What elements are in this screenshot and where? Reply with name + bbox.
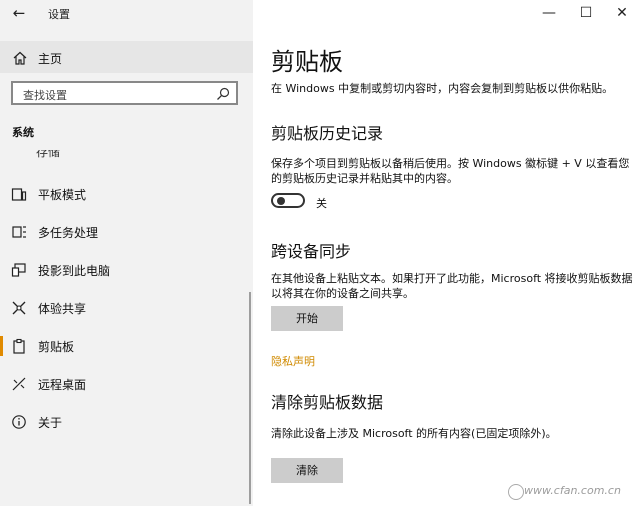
start-button[interactable]: 开始 xyxy=(271,306,343,331)
active-indicator xyxy=(0,336,3,356)
intro-text: 在 Windows 中复制或剪切内容时，内容会复制到剪贴板以供你粘贴。 xyxy=(271,82,614,95)
toggle-knob xyxy=(277,197,285,205)
sidebar-item-label: 关于 xyxy=(38,416,63,430)
sidebar-item-label: 平板模式 xyxy=(38,188,87,202)
clipboard-icon xyxy=(13,338,25,354)
page-title: 剪贴板 xyxy=(271,48,343,76)
sidebar-scrollbar[interactable] xyxy=(249,292,251,504)
clear-description: 清除此设备上涉及 Microsoft 的所有内容(已固定项除外)。 xyxy=(271,427,557,440)
watermark-logo-icon xyxy=(508,484,524,500)
maximize-button[interactable]: ☐ xyxy=(566,2,606,24)
shared-experiences-icon xyxy=(12,301,26,315)
sidebar-item-about[interactable]: 关于 xyxy=(0,404,253,440)
search-icon[interactable] xyxy=(216,87,230,101)
sidebar-item-cut[interactable]: 存储 xyxy=(36,150,66,159)
clear-button[interactable]: 清除 xyxy=(271,458,343,483)
clear-heading: 清除剪贴板数据 xyxy=(271,393,384,412)
search-placeholder: 查找设置 xyxy=(23,89,67,102)
close-button[interactable]: ✕ xyxy=(602,2,640,24)
sidebar-item-cut-label: 存储 xyxy=(36,150,61,159)
sidebar-item-shared-experiences[interactable]: 体验共享 xyxy=(0,290,253,326)
multitasking-icon xyxy=(12,226,26,238)
sidebar-item-label: 远程桌面 xyxy=(38,378,87,392)
history-toggle-state: 关 xyxy=(316,197,327,210)
history-description: 保存多个项目到剪贴板以备稍后使用。按 Windows 徽标键 + V 以查看您的… xyxy=(271,157,630,185)
sidebar-item-project[interactable]: 投影到此电脑 xyxy=(0,252,253,288)
remote-desktop-icon xyxy=(12,377,26,391)
sidebar-item-label: 剪贴板 xyxy=(38,340,75,354)
privacy-link[interactable]: 隐私声明 xyxy=(271,353,315,369)
home-icon xyxy=(13,51,27,65)
sidebar-item-label: 多任务处理 xyxy=(38,226,99,240)
sync-heading: 跨设备同步 xyxy=(271,242,352,261)
sidebar-item-label: 投影到此电脑 xyxy=(38,264,111,278)
watermark: www.cfan.com.cn xyxy=(524,484,621,497)
sync-description: 在其他设备上粘贴文本。如果打开了此功能，Microsoft 将接收剪贴板数据以将… xyxy=(271,272,633,300)
history-toggle[interactable] xyxy=(271,193,305,208)
info-icon xyxy=(12,415,26,429)
sidebar-item-clipboard[interactable]: 剪贴板 xyxy=(0,328,253,364)
sidebar: ← 设置 主页 查找设置 系统 存储 平板模式 多任务处理 投影到此电脑 体验共… xyxy=(0,0,253,506)
sidebar-item-home-label: 主页 xyxy=(38,52,63,66)
sidebar-item-multitasking[interactable]: 多任务处理 xyxy=(0,214,253,250)
sidebar-item-label: 体验共享 xyxy=(38,302,87,316)
tablet-mode-icon xyxy=(11,188,27,201)
search-input[interactable]: 查找设置 xyxy=(11,81,238,105)
app-title: 设置 xyxy=(48,8,70,21)
sidebar-item-remote-desktop[interactable]: 远程桌面 xyxy=(0,366,253,402)
back-arrow-icon[interactable]: ← xyxy=(8,3,30,23)
section-title-system: 系统 xyxy=(12,126,34,139)
main-content: — ☐ ✕ 剪贴板 在 Windows 中复制或剪切内容时，内容会复制到剪贴板以… xyxy=(253,0,640,506)
history-heading: 剪贴板历史记录 xyxy=(271,124,384,143)
minimize-button[interactable]: — xyxy=(529,2,569,24)
sidebar-item-tablet-mode[interactable]: 平板模式 xyxy=(0,176,253,212)
project-to-pc-icon xyxy=(11,263,26,277)
